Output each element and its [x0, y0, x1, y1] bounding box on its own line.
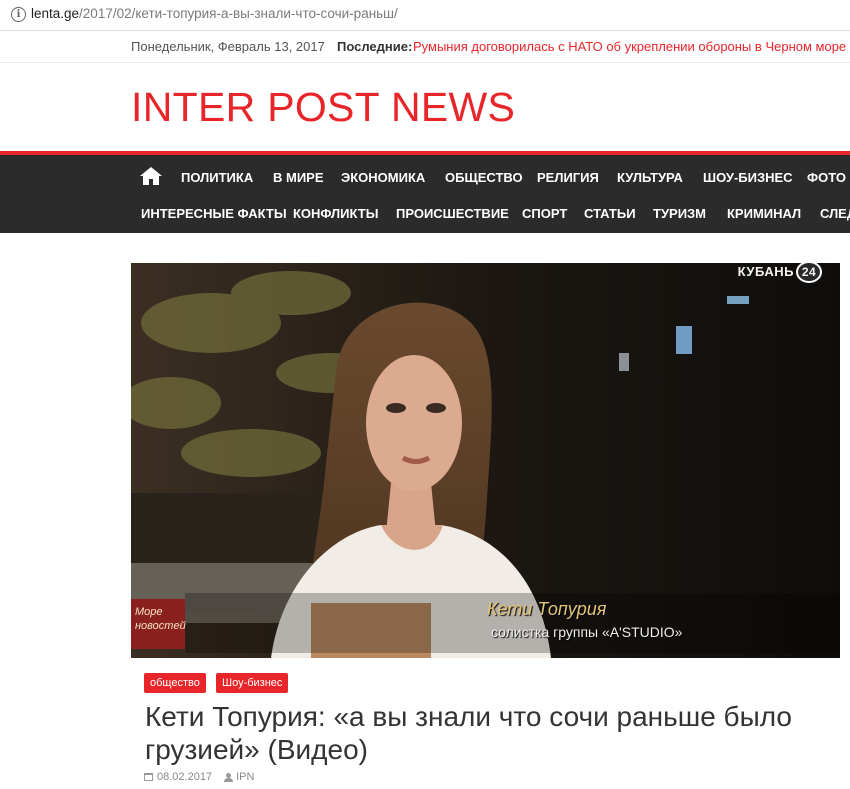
article-date[interactable]: 08.02.2017	[157, 771, 212, 783]
nav-item-next[interactable]: СЛЕД	[820, 199, 850, 229]
site-logo[interactable]: INTER POST NEWS	[131, 84, 515, 131]
channel-logo: КУБАНЬ 24	[738, 263, 822, 283]
nav-item-culture[interactable]: КУЛЬТУРА	[617, 163, 683, 193]
tag-society[interactable]: общество	[144, 673, 206, 693]
user-icon	[224, 772, 234, 782]
nav-item-religion[interactable]: РЕЛИГИЯ	[537, 163, 599, 193]
nav-item-society[interactable]: ОБЩЕСТВО	[445, 163, 523, 193]
main-nav: ПОЛИТИКА В МИРЕ ЭКОНОМИКА ОБЩЕСТВО РЕЛИГ…	[0, 151, 850, 233]
latest-news-link[interactable]: Румыния договорилась с НАТО об укреплени…	[413, 39, 846, 54]
video-still-illustration	[131, 263, 840, 658]
nav-item-articles[interactable]: СТАТЬИ	[584, 199, 636, 229]
address-bar[interactable]: i lenta.ge/2017/02/кети-топурия-а-вы-зна…	[0, 0, 850, 31]
nav-item-economy[interactable]: ЭКОНОМИКА	[341, 163, 425, 193]
url-text[interactable]: lenta.ge/2017/02/кети-топурия-а-вы-знали…	[31, 6, 398, 21]
caption-name: Кети Топурия	[487, 599, 607, 619]
calendar-icon	[144, 773, 153, 782]
nav-item-incidents[interactable]: ПРОИСШЕСТВИЕ	[396, 199, 509, 229]
url-host: lenta.ge	[31, 6, 80, 21]
nav-item-criminal[interactable]: КРИМИНАЛ	[727, 199, 801, 229]
nav-item-world[interactable]: В МИРЕ	[273, 163, 324, 193]
article-meta: 08.02.2017 IPN	[144, 771, 254, 783]
article-title[interactable]: Кети Топурия: «а вы знали что сочи раньш…	[145, 700, 835, 766]
nav-item-showbiz[interactable]: ШОУ-БИЗНЕС	[703, 163, 793, 193]
top-strip: Понедельник, Февраль 13, 2017 Последние:…	[0, 31, 850, 63]
url-path: /2017/02/кети-топурия-а-вы-знали-что-соч…	[79, 6, 398, 21]
nav-item-photo[interactable]: ФОТО	[807, 163, 846, 193]
home-icon[interactable]	[139, 166, 163, 186]
latest-label: Последние:	[337, 39, 413, 54]
nav-item-sport[interactable]: СПОРТ	[522, 199, 567, 229]
show-logo: Море новостей	[131, 599, 186, 649]
channel-name: КУБАНЬ	[737, 264, 794, 279]
article-author[interactable]: IPN	[236, 771, 254, 783]
nav-item-tourism[interactable]: ТУРИЗМ	[653, 199, 706, 229]
nav-item-facts[interactable]: ИНТЕРЕСНЫЕ ФАКТЫ	[141, 199, 287, 229]
article-image[interactable]: КУБАНЬ 24 Море новостей Кети Топурия соли…	[131, 263, 840, 658]
caption-role: солистка группы «A'STUDIO»	[491, 624, 683, 640]
nav-item-politics[interactable]: ПОЛИТИКА	[181, 163, 253, 193]
channel-number: 24	[796, 263, 822, 283]
current-date: Понедельник, Февраль 13, 2017	[131, 39, 325, 54]
nav-item-conflicts[interactable]: КОНФЛИКТЫ	[293, 199, 378, 229]
info-icon[interactable]: i	[11, 7, 26, 22]
tag-showbiz[interactable]: Шоу-бизнес	[216, 673, 289, 693]
